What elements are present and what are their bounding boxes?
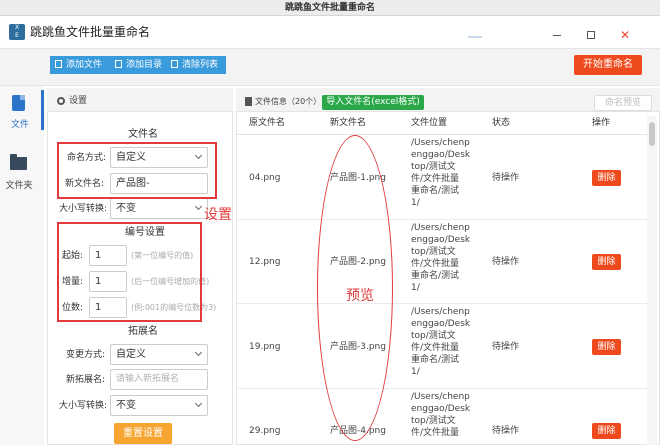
folder-icon <box>115 60 122 68</box>
folder-nav-icon[interactable] <box>10 154 27 170</box>
table-row-path: /Users/chenp enggao/Desk top/测试文 件/文件批量 … <box>411 138 471 208</box>
table-header-divider <box>237 134 647 135</box>
app-title: 跳跳鱼文件批量重命名 <box>30 25 151 39</box>
column-header-action: 操作 <box>592 118 611 128</box>
table-row-orig: 29.png <box>249 426 281 436</box>
annotation-preview-label: 预览 <box>346 288 374 304</box>
scrollbar-thumb[interactable] <box>649 122 655 146</box>
nav-item-folder[interactable]: 文件夹 <box>4 178 34 191</box>
add-file-button[interactable]: 添加文件 <box>50 56 110 74</box>
ext-mode-select[interactable]: 自定义 <box>110 344 208 365</box>
delete-button[interactable]: 删除 <box>592 254 621 270</box>
delete-button[interactable]: 删除 <box>592 423 621 439</box>
delete-button[interactable]: 删除 <box>592 170 621 186</box>
extension-section-title: 拓展名 <box>128 326 158 337</box>
ext-case-select[interactable]: 不变 <box>110 395 208 416</box>
annotation-box-numbering <box>57 222 202 322</box>
close-icon[interactable]: ✕ <box>620 28 630 42</box>
table-row-divider <box>237 219 647 220</box>
gear-icon <box>57 97 65 105</box>
delete-button[interactable]: 删除 <box>592 339 621 355</box>
settings-title: 设置 <box>69 96 88 106</box>
table-row-orig: 04.png <box>249 173 281 183</box>
column-header-status: 状态 <box>492 118 511 128</box>
header-decoration <box>468 36 482 38</box>
chevron-down-icon <box>194 202 203 211</box>
case-label: 大小写转换: <box>59 204 108 214</box>
add-dir-button[interactable]: 添加目录 <box>110 56 166 74</box>
table-row-orig: 19.png <box>249 342 281 352</box>
file-info-title: 文件信息（20个） <box>255 97 322 106</box>
document-icon <box>245 97 252 106</box>
table-row-status: 待操作 <box>492 426 520 436</box>
ext-mode-label: 变更方式: <box>66 350 106 360</box>
nav-selected-indicator <box>41 90 44 130</box>
ext-case-label: 大小写转换: <box>59 401 108 411</box>
table-row-status: 待操作 <box>492 342 520 352</box>
start-rename-button[interactable]: 开始重命名 <box>574 55 642 75</box>
table-row-path: /Users/chenp enggao/Desk top/测试文 件/文件批量 … <box>411 307 471 377</box>
app-logo-icon: XE <box>9 24 25 40</box>
file-icon <box>55 60 62 68</box>
table-row-orig: 12.png <box>249 257 281 267</box>
table-row-divider <box>237 303 647 304</box>
column-header-new: 新文件名 <box>330 118 367 128</box>
scrollbar-track[interactable] <box>647 116 657 445</box>
column-header-path: 文件位置 <box>411 118 448 128</box>
left-nav <box>0 86 44 445</box>
annotation-box-filename <box>57 142 217 199</box>
new-ext-label: 新拓展名: <box>66 375 106 385</box>
reset-settings-button[interactable]: 重置设置 <box>114 423 172 444</box>
rename-preview-button[interactable]: 命名预览 <box>594 95 652 111</box>
window-title: 跳跳鱼文件批量重命名 <box>0 0 660 16</box>
case-select[interactable]: 不变 <box>110 198 208 219</box>
chevron-down-icon <box>194 348 203 357</box>
filename-section-title: 文件名 <box>128 129 158 140</box>
nav-item-file[interactable]: 文件 <box>8 117 32 130</box>
maximize-icon[interactable] <box>587 31 595 39</box>
column-header-orig: 原文件名 <box>249 118 286 128</box>
clear-list-button[interactable]: 清除列表 <box>166 56 226 74</box>
new-ext-input[interactable]: 请输入新拓展名 <box>110 369 208 390</box>
table-row-status: 待操作 <box>492 173 520 183</box>
table-row-status: 待操作 <box>492 257 520 267</box>
table-row-path: /Users/chenp enggao/Desk top/测试文 件/文件批量 … <box>411 223 471 293</box>
import-excel-button[interactable]: 导入文件名(excel格式) <box>322 95 424 110</box>
annotation-settings-label: 设置 <box>204 207 232 223</box>
table-row-divider <box>237 388 647 389</box>
minimize-icon[interactable] <box>553 35 561 36</box>
file-nav-icon[interactable] <box>12 95 25 111</box>
trash-icon <box>171 60 178 68</box>
table-row-path: /Users/chenp enggao/Desk top/测试文 件/文件批量 <box>411 392 471 438</box>
chevron-down-icon <box>194 399 203 408</box>
